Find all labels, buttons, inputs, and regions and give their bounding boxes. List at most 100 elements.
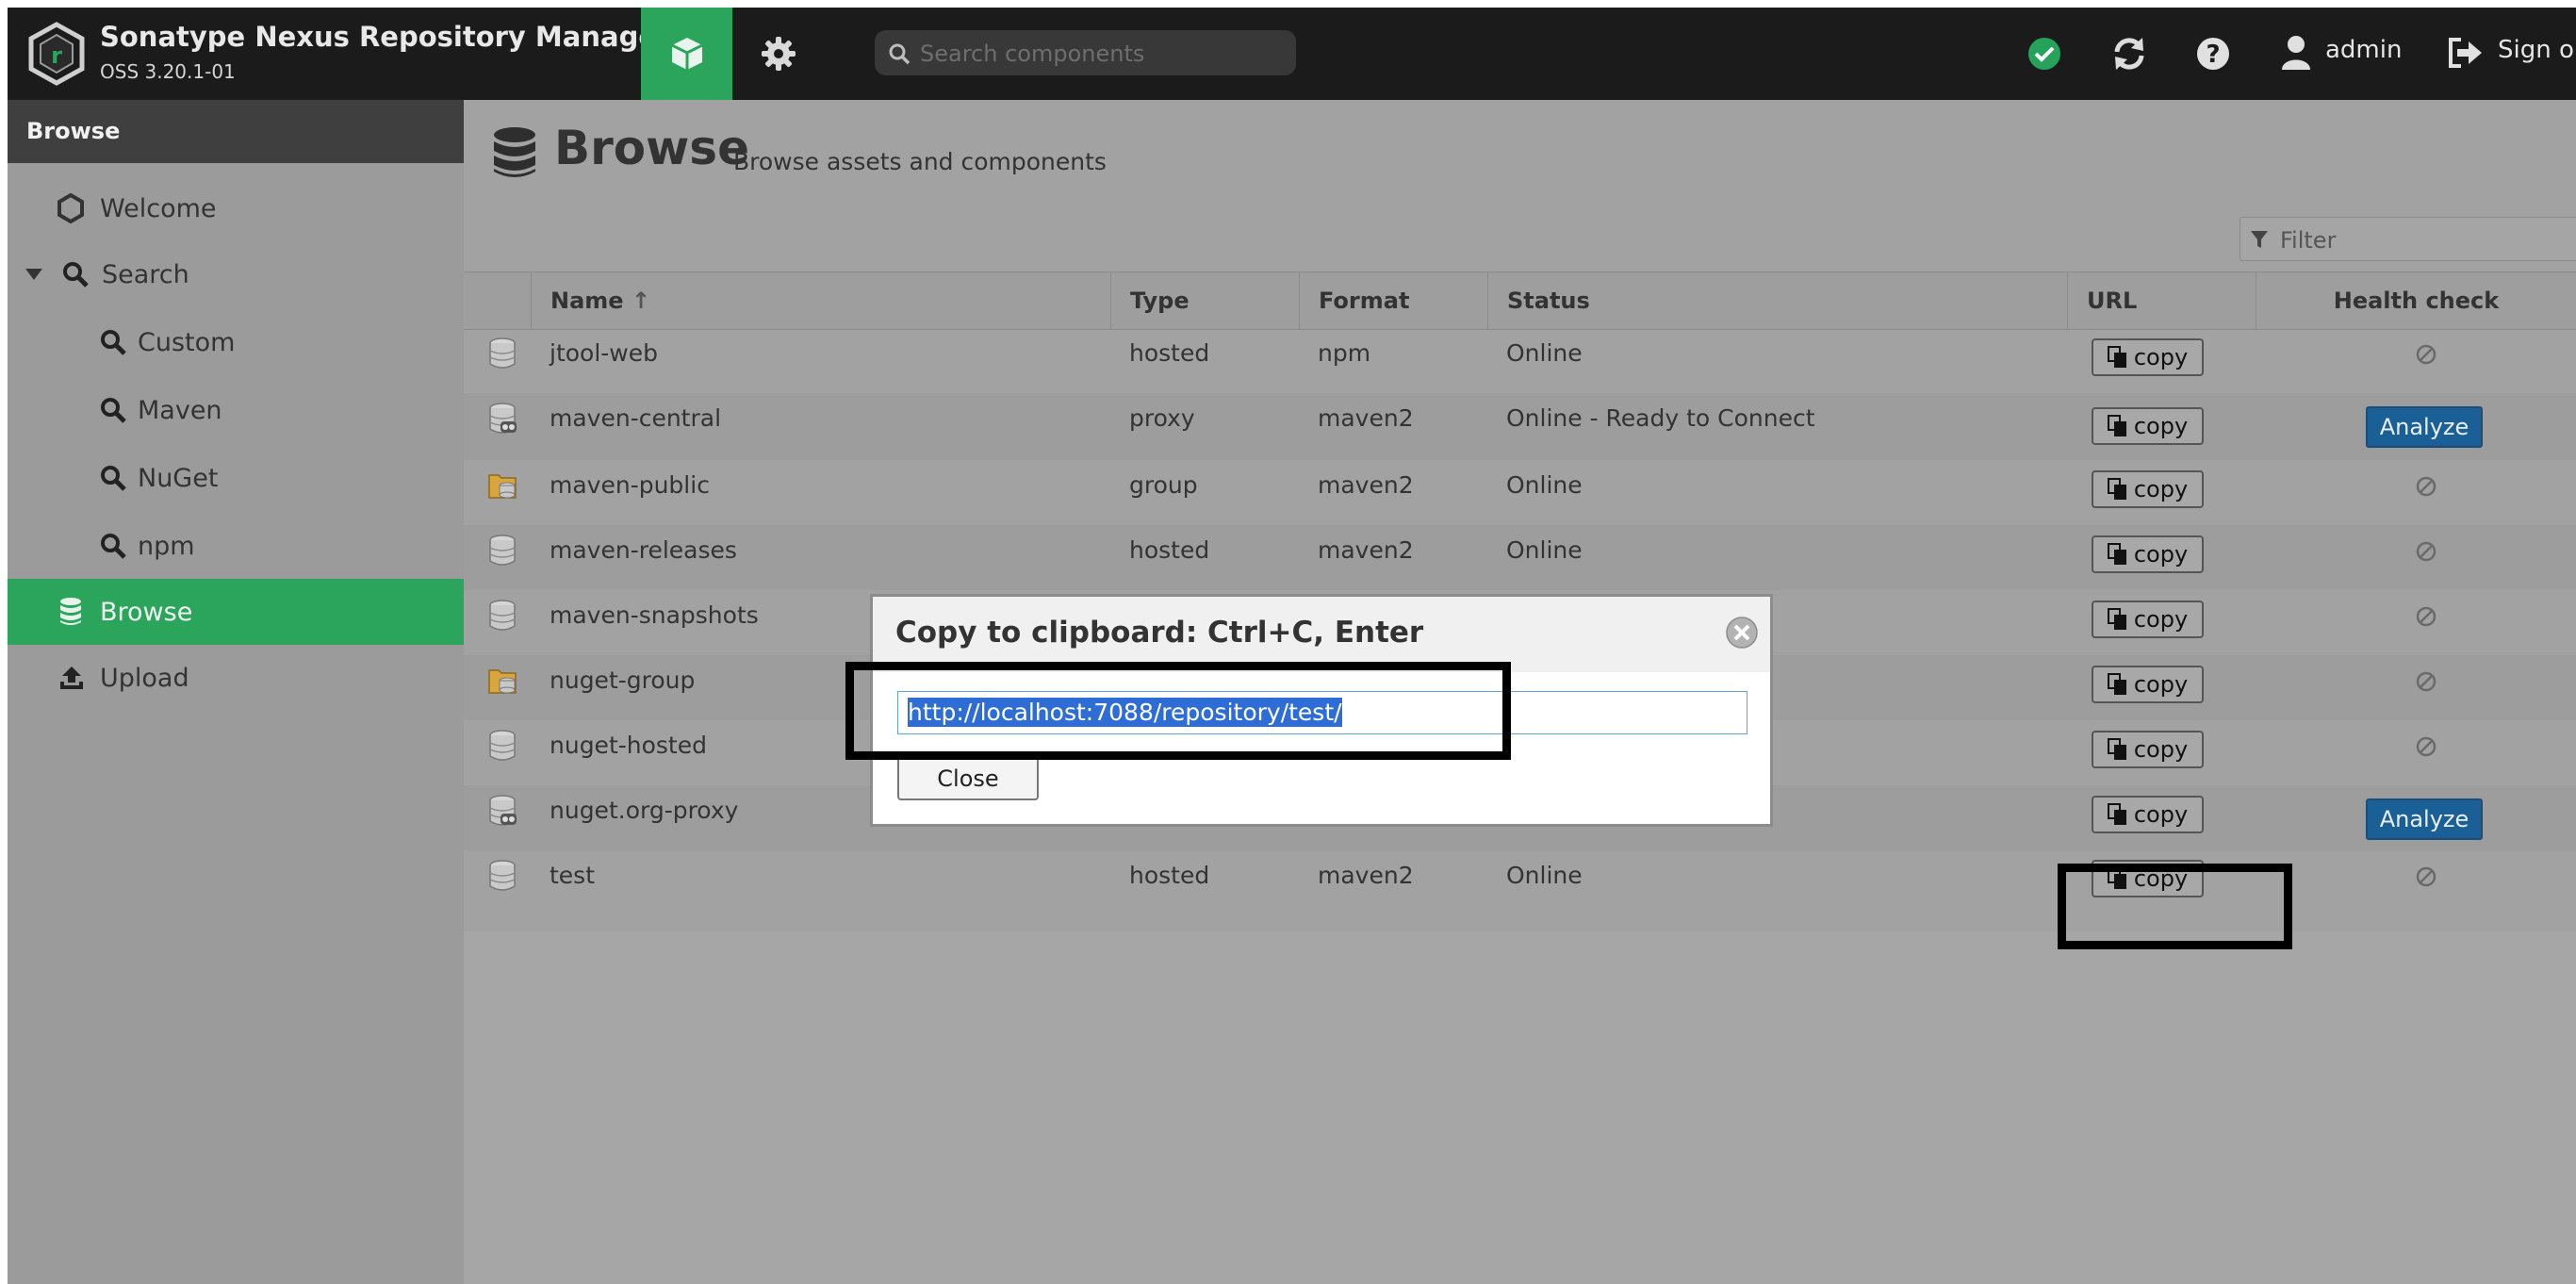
copy-url-button[interactable]: copy [2092, 601, 2204, 638]
sidebar-item-npm[interactable]: npm [8, 513, 464, 579]
copy-url-button[interactable]: copy [2092, 338, 2204, 376]
cell-status: Online [1506, 536, 1583, 564]
analyze-button[interactable]: Analyze [2366, 406, 2483, 448]
component-search[interactable] [875, 30, 1296, 77]
copy-label: copy [2133, 413, 2189, 439]
sidebar-item-browse[interactable]: Browse [8, 579, 464, 645]
refresh-icon[interactable] [2110, 36, 2148, 72]
sidebar: Browse Welcome Search Custom Maven NuGet… [8, 100, 464, 1284]
sidebar-item-welcome[interactable]: Welcome [8, 175, 464, 241]
username-label[interactable]: admin [2325, 36, 2402, 64]
sidebar-item-upload[interactable]: Upload [8, 645, 464, 711]
search-icon [100, 465, 126, 491]
table-row[interactable]: maven-public group maven2 Online copy [464, 460, 2576, 525]
copy-url-button[interactable]: copy [2092, 535, 2204, 573]
copy-label: copy [2133, 801, 2189, 828]
copy-icon [2107, 608, 2126, 630]
cell-status: Online [1506, 339, 1583, 367]
search-input[interactable] [918, 30, 1289, 77]
database-icon [58, 597, 83, 627]
question-circle-icon[interactable]: ? [2195, 36, 2231, 72]
svg-text:?: ? [2206, 41, 2220, 69]
search-icon [100, 329, 126, 355]
sort-ascending-icon: ↑ [631, 288, 651, 314]
ban-icon [2416, 866, 2437, 887]
copy-icon [2107, 867, 2126, 889]
filter-box[interactable] [2240, 217, 2576, 262]
cell-name: maven-snapshots [550, 601, 759, 629]
copy-icon [2107, 673, 2126, 695]
filter-icon [2251, 231, 2268, 248]
sidebar-item-maven[interactable]: Maven [8, 377, 464, 443]
sign-out-link[interactable]: Sign out [2498, 36, 2576, 64]
sidebar-item-search[interactable]: Search [8, 241, 464, 307]
cell-status: Online - Ready to Connect [1506, 404, 1815, 432]
copy-url-button[interactable]: copy [2092, 666, 2204, 703]
copy-url-button[interactable]: copy [2092, 407, 2204, 445]
dialog-title: Copy to clipboard: Ctrl+C, Enter [895, 616, 1424, 650]
copy-label: copy [2133, 736, 2189, 763]
copy-icon [2107, 415, 2126, 436]
page-title: Browse [554, 121, 749, 175]
copy-label: copy [2133, 344, 2189, 370]
nexus-logo-icon[interactable]: r [28, 22, 85, 90]
sidebar-item-nuget[interactable]: NuGet [8, 445, 464, 511]
user-icon[interactable] [2280, 34, 2312, 72]
grid-header: Name ↑ Type Format Status URL Health che… [464, 272, 2576, 330]
cell-type: proxy [1129, 404, 1195, 432]
page-subtitle: Browse assets and components [733, 148, 1107, 175]
column-header-health-check[interactable]: Health check [2256, 272, 2576, 329]
table-row[interactable]: maven-central proxy maven2 Online - Ready t… [464, 393, 2576, 460]
database-icon [494, 127, 535, 177]
table-row[interactable]: maven-releases hosted maven2 Online copy [464, 525, 2576, 590]
column-header-format[interactable]: Format [1299, 272, 1487, 329]
sidebar-item-label: Search [102, 259, 189, 289]
hexagon-icon [57, 193, 85, 223]
cell-name: jtool-web [550, 339, 659, 367]
top-header: r Sonatype Nexus Repository Manager OSS … [8, 8, 2576, 100]
svg-text:r: r [51, 42, 62, 69]
cell-format: npm [1318, 339, 1371, 367]
column-header-name[interactable]: Name ↑ [531, 272, 1110, 329]
ban-icon [2416, 541, 2437, 562]
column-header-url[interactable]: URL [2067, 272, 2256, 329]
sidebar-item-label: npm [138, 531, 195, 561]
caret-down-icon[interactable] [25, 267, 43, 282]
dialog-header: Copy to clipboard: Ctrl+C, Enter [873, 597, 1770, 672]
check-circle-icon[interactable] [2026, 36, 2062, 72]
copy-label: copy [2133, 476, 2189, 502]
app-title: Sonatype Nexus Repository Manager [100, 21, 671, 53]
search-icon [100, 533, 126, 559]
copy-url-button[interactable]: copy [2092, 860, 2204, 897]
table-row[interactable]: test hosted maven2 Online copy [464, 850, 2576, 923]
close-icon[interactable] [1725, 616, 1759, 650]
close-button[interactable]: Close [897, 757, 1039, 800]
analyze-button[interactable]: Analyze [2366, 798, 2483, 840]
table-row[interactable]: jtool-web hosted npm Online copy [464, 328, 2576, 393]
sidebar-item-label: Browse [100, 597, 193, 627]
copy-to-clipboard-dialog: Copy to clipboard: Ctrl+C, Enter http://… [870, 594, 1773, 827]
nav-browse-button[interactable] [641, 8, 732, 100]
cell-name: nuget-hosted [550, 732, 707, 759]
copy-url-button[interactable]: copy [2092, 796, 2204, 833]
copy-url-button[interactable]: copy [2092, 731, 2204, 768]
copy-label: copy [2133, 541, 2189, 568]
column-header-status[interactable]: Status [1487, 272, 2067, 329]
copy-url-button[interactable]: copy [2092, 470, 2204, 508]
sidebar-item-label: Custom [138, 327, 236, 357]
ban-icon [2416, 476, 2437, 497]
cell-status: Online [1506, 862, 1583, 889]
url-field[interactable]: http://localhost:7088/repository/test/ [897, 691, 1747, 734]
cell-name: maven-central [550, 404, 722, 432]
sidebar-item-custom[interactable]: Custom [8, 309, 464, 375]
cell-name: maven-public [550, 471, 710, 499]
ban-icon [2416, 606, 2437, 627]
cell-type: hosted [1129, 536, 1210, 564]
sidebar-title: Browse [8, 100, 464, 163]
cell-type: hosted [1129, 339, 1210, 367]
column-header-type[interactable]: Type [1110, 272, 1299, 329]
filter-input[interactable] [2278, 218, 2565, 262]
nav-admin-button[interactable] [732, 8, 824, 100]
cell-format: maven2 [1318, 862, 1414, 889]
sign-out-icon[interactable] [2446, 36, 2484, 70]
